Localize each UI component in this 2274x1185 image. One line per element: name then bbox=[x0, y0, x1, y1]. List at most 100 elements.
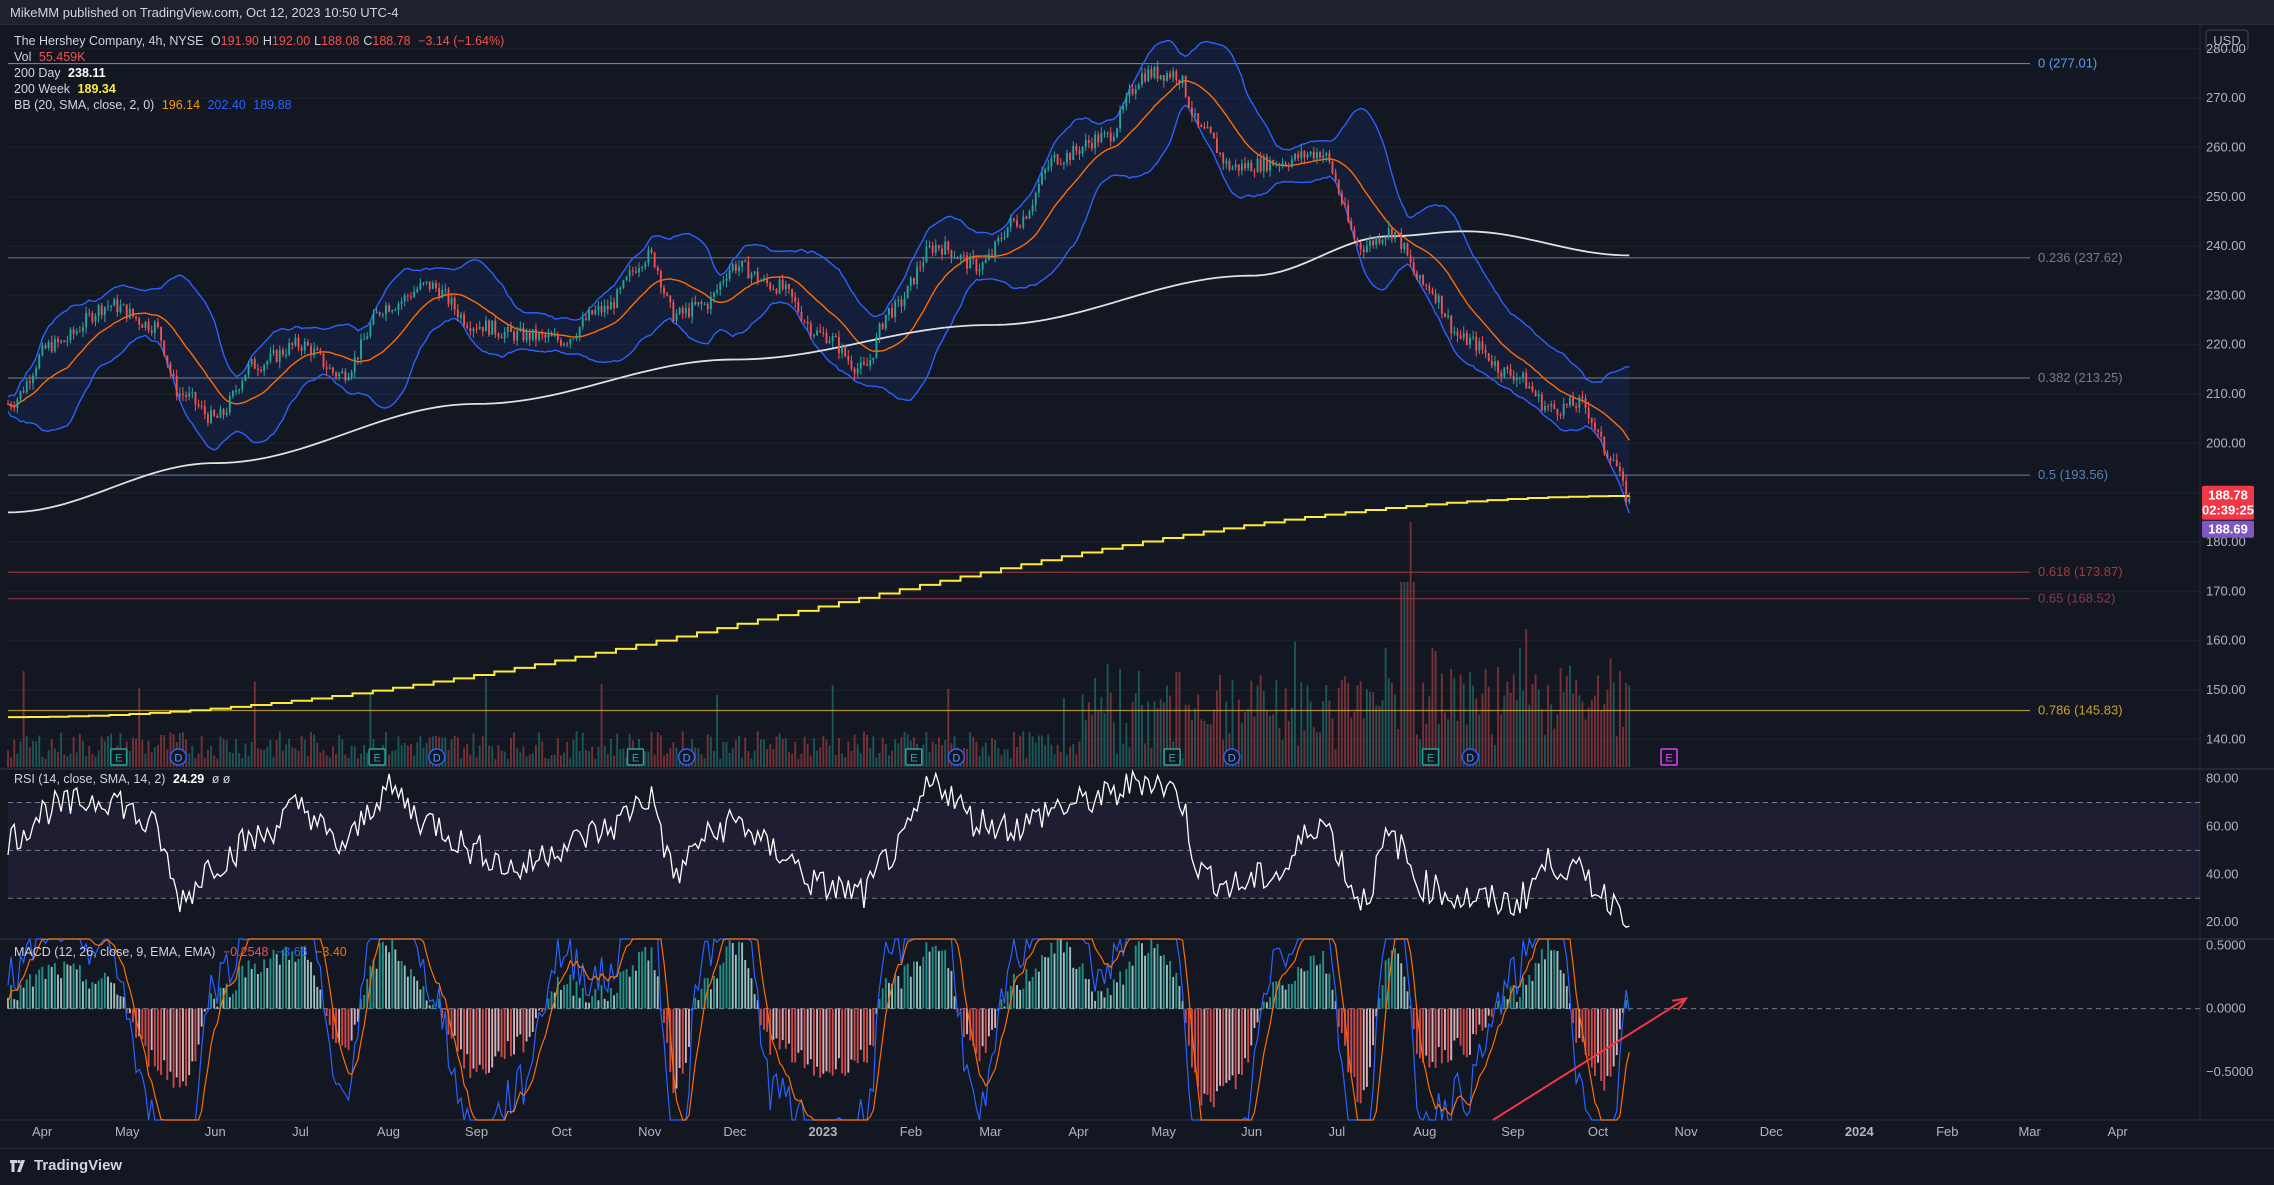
macd-histogram-bar bbox=[1232, 1009, 1234, 1076]
macd-histogram-bar bbox=[257, 974, 259, 1009]
volume-bar bbox=[1088, 702, 1090, 767]
macd-histogram-bar bbox=[241, 966, 243, 1009]
candle-body bbox=[1622, 471, 1624, 481]
macd-histogram-bar bbox=[579, 998, 581, 1009]
price-tick: 230.00 bbox=[2206, 287, 2246, 302]
macd-histogram-bar bbox=[635, 971, 637, 1009]
volume-bar bbox=[1222, 739, 1224, 767]
volume-bar bbox=[23, 671, 25, 767]
macd-histogram-bar bbox=[1447, 1009, 1449, 1063]
macd-histogram-bar bbox=[1160, 956, 1162, 1009]
macd-histogram-bar bbox=[1491, 1009, 1493, 1017]
volume-bar bbox=[454, 736, 456, 767]
fib-level-label: 0 (277.01) bbox=[2038, 56, 2097, 71]
volume-bar bbox=[473, 733, 475, 767]
volume-bar bbox=[507, 759, 509, 767]
volume-bar bbox=[313, 735, 315, 767]
time-tick: Aug bbox=[1413, 1124, 1436, 1139]
chart-canvas[interactable]: 0 (277.01)0.236 (237.62)0.382 (213.25)0.… bbox=[0, 24, 2274, 1148]
macd-histogram-bar bbox=[182, 1009, 184, 1082]
candle-body bbox=[1228, 161, 1230, 170]
candle-body bbox=[360, 339, 362, 359]
earnings-marker-label: E bbox=[1665, 753, 1672, 765]
candle-body bbox=[651, 250, 653, 253]
legend-macd-row[interactable]: MACD (12, 26, close, 9, EMA, EMA) −0.254… bbox=[14, 945, 347, 959]
tradingview-logo[interactable]: TradingView bbox=[10, 1157, 122, 1174]
volume-bar bbox=[223, 739, 225, 767]
candle-body bbox=[910, 278, 912, 286]
candle-body bbox=[1460, 336, 1462, 339]
candle-body bbox=[1375, 237, 1377, 245]
volume-bar bbox=[1344, 676, 1346, 767]
volume-bar bbox=[516, 748, 518, 767]
volume-bar bbox=[866, 735, 868, 767]
volume-bar bbox=[1266, 711, 1268, 767]
volume-bar bbox=[772, 749, 774, 767]
fib-level-label: 0.65 (168.52) bbox=[2038, 591, 2115, 606]
legend-rsi-row[interactable]: RSI (14, close, SMA, 14, 2) 24.29 ø ø bbox=[14, 772, 230, 786]
volume-bar bbox=[1032, 737, 1034, 767]
macd-histogram-bar bbox=[248, 960, 250, 1008]
candle-body bbox=[585, 318, 587, 320]
macd-histogram-bar bbox=[801, 1009, 803, 1051]
volume-bar bbox=[591, 747, 593, 767]
macd-histogram-bar bbox=[1560, 970, 1562, 1009]
candle-body bbox=[1000, 238, 1002, 239]
candle-body bbox=[363, 339, 365, 340]
legend-volume-row[interactable]: Vol 55.459K bbox=[14, 50, 85, 64]
candle-body bbox=[326, 367, 328, 369]
macd-pane[interactable] bbox=[7, 939, 2200, 1120]
candle-body bbox=[860, 362, 862, 368]
volume-bar bbox=[1044, 745, 1046, 767]
macd-histogram-bar bbox=[585, 1002, 587, 1008]
time-axis[interactable]: AprMayJunJulAugSepOctNovDec2023FebMarApr… bbox=[32, 1124, 2128, 1139]
candle-body bbox=[766, 278, 768, 283]
countdown-tag-value: 02:39:25 bbox=[2202, 503, 2254, 518]
volume-bar bbox=[1160, 699, 1162, 767]
rsi-pane[interactable] bbox=[8, 771, 2200, 927]
fib-level-label: 0.5 (193.56) bbox=[2038, 467, 2108, 482]
macd-histogram-bar bbox=[1610, 1009, 1612, 1077]
legend-ohlc-key: H bbox=[263, 34, 272, 48]
volume-bar bbox=[294, 748, 296, 767]
volume-bar bbox=[713, 751, 715, 767]
macd-histogram-bar bbox=[797, 1009, 799, 1053]
volume-bar bbox=[1204, 721, 1206, 767]
candle-body bbox=[726, 279, 728, 281]
candle-body bbox=[1391, 228, 1393, 239]
macd-histogram-bar bbox=[498, 1009, 500, 1052]
legend-symbol-row[interactable]: The Hershey Company, 4h, NYSE O191.90H19… bbox=[14, 34, 504, 48]
macd-histogram-bar bbox=[701, 989, 703, 1009]
volume-bar bbox=[651, 731, 653, 767]
volume-bar bbox=[982, 747, 984, 767]
macd-histogram-bar bbox=[363, 995, 365, 1009]
price-axis[interactable]: USD280.00270.00260.00250.00240.00230.002… bbox=[2206, 30, 2253, 1079]
volume-bar bbox=[1113, 722, 1115, 767]
volume-bar bbox=[566, 742, 568, 767]
time-tick: Jun bbox=[205, 1124, 226, 1139]
candle-body bbox=[148, 322, 150, 331]
candle-body bbox=[729, 270, 731, 279]
candle-body bbox=[1257, 159, 1259, 173]
macd-histogram-bar bbox=[1204, 1009, 1206, 1094]
macd-histogram-bar bbox=[1450, 1009, 1452, 1061]
macd-histogram-bar bbox=[1163, 955, 1165, 1009]
candle-body bbox=[557, 335, 559, 340]
time-tick: Mar bbox=[2018, 1124, 2041, 1139]
legend-ma200w-row[interactable]: 200 Week 189.34 bbox=[14, 82, 116, 96]
candle-body bbox=[219, 409, 221, 418]
macd-histogram-bar bbox=[910, 977, 912, 1009]
candle-body bbox=[1353, 230, 1355, 239]
candle-body bbox=[176, 376, 178, 396]
candle-body bbox=[416, 289, 418, 292]
candle-body bbox=[1513, 376, 1515, 381]
legend-bb-label: BB (20, SMA, close, 2, 0) bbox=[14, 98, 154, 112]
legend-bb-row[interactable]: BB (20, SMA, close, 2, 0) 196.14 202.40 … bbox=[14, 98, 292, 112]
legend-ma200d-row[interactable]: 200 Day 238.11 bbox=[14, 66, 106, 80]
macd-histogram-bar bbox=[232, 994, 234, 1009]
candle-body bbox=[226, 413, 228, 415]
macd-histogram-bar bbox=[519, 1009, 521, 1035]
volume-bar bbox=[145, 754, 147, 767]
macd-histogram-bar bbox=[132, 1009, 134, 1023]
candle-body bbox=[604, 306, 606, 313]
